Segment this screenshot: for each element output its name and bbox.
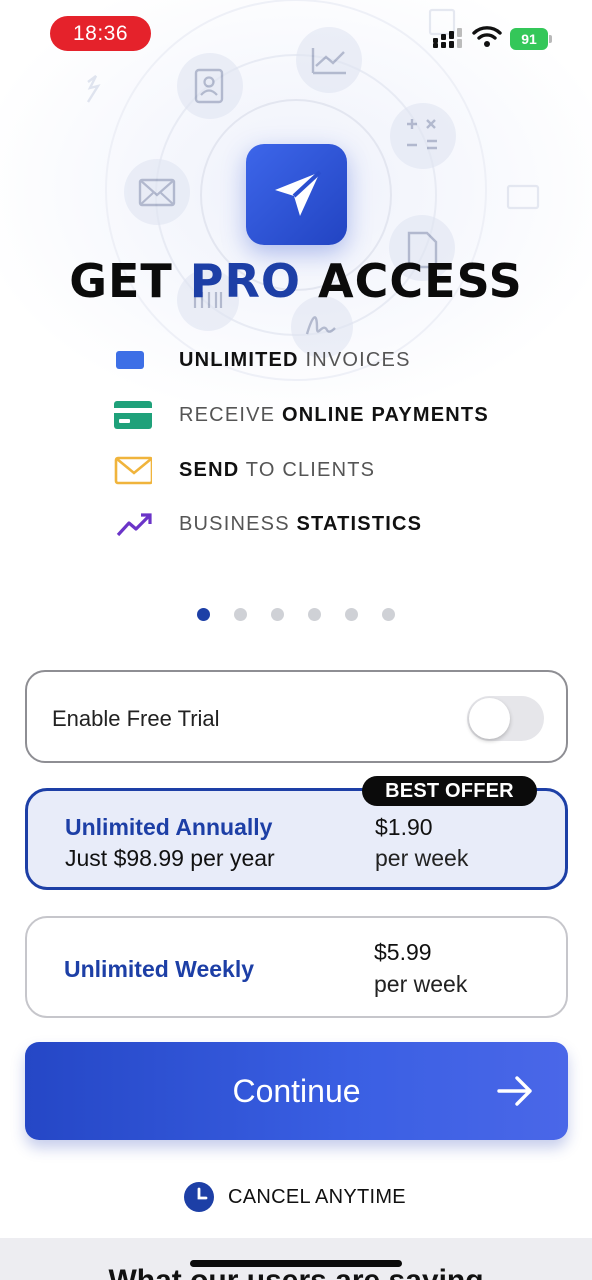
- trending-up-icon: [112, 504, 158, 544]
- free-trial-toggle[interactable]: [467, 696, 544, 741]
- feature-item: UNLIMITED INVOICES: [112, 340, 552, 380]
- cancel-anytime-label: CANCEL ANYTIME: [228, 1185, 406, 1208]
- plan-price: $1.90: [375, 814, 433, 840]
- invoice-icon: [112, 340, 158, 380]
- testimonials-section: What our users are saying: [0, 1238, 592, 1280]
- continue-label: Continue: [232, 1073, 361, 1109]
- envelope-icon: [112, 450, 158, 490]
- title-accent: PRO: [189, 254, 302, 308]
- plan-name: Unlimited Annually: [65, 814, 273, 840]
- feature-item: BUSINESS STATISTICS: [112, 504, 552, 544]
- title-part1: GET: [69, 254, 190, 308]
- status-bar: 18:36 91: [0, 0, 592, 70]
- clock-icon: [184, 1182, 214, 1212]
- paper-plane-icon: [274, 170, 321, 216]
- page-dot[interactable]: [382, 608, 395, 621]
- continue-button[interactable]: Continue: [25, 1042, 568, 1140]
- best-offer-badge: BEST OFFER: [362, 776, 537, 806]
- battery-level: 91: [510, 28, 548, 50]
- feature-label: BUSINESS STATISTICS: [179, 512, 423, 535]
- page-dot[interactable]: [345, 608, 358, 621]
- title-part2: ACCESS: [301, 254, 523, 308]
- credit-card-icon: [112, 395, 158, 435]
- feature-item: SEND TO CLIENTS: [112, 450, 552, 490]
- feature-label: UNLIMITED INVOICES: [179, 348, 411, 371]
- feature-label: RECEIVE ONLINE PAYMENTS: [179, 403, 489, 426]
- page-dot-active[interactable]: [197, 608, 210, 621]
- page-dot[interactable]: [234, 608, 247, 621]
- status-time: 18:36: [50, 16, 151, 51]
- page-dot[interactable]: [308, 608, 321, 621]
- plan-price: $5.99: [374, 939, 432, 965]
- page-indicator[interactable]: [197, 608, 395, 622]
- battery-indicator: 91: [510, 28, 552, 50]
- wifi-icon: [472, 26, 502, 47]
- app-logo: [246, 144, 347, 245]
- feature-item: RECEIVE ONLINE PAYMENTS: [112, 395, 552, 435]
- plan-price-period: per week: [375, 845, 469, 871]
- plan-price-period: per week: [374, 971, 468, 997]
- plan-weekly[interactable]: Unlimited Weekly $5.99 per week: [25, 916, 568, 1018]
- free-trial-card[interactable]: Enable Free Trial: [25, 670, 568, 763]
- plan-subtitle: Just $98.99 per year: [65, 845, 275, 871]
- toggle-knob: [469, 698, 510, 739]
- cellular-signal-icon: [433, 28, 462, 48]
- cancel-anytime: CANCEL ANYTIME: [184, 1182, 406, 1212]
- page-dot[interactable]: [271, 608, 284, 621]
- plan-name: Unlimited Weekly: [64, 956, 255, 982]
- page-title: GET PRO ACCESS: [0, 254, 592, 308]
- home-indicator[interactable]: [190, 1260, 402, 1267]
- arrow-right-icon: [497, 1076, 532, 1106]
- free-trial-label: Enable Free Trial: [52, 706, 220, 731]
- feature-label: SEND TO CLIENTS: [179, 458, 376, 481]
